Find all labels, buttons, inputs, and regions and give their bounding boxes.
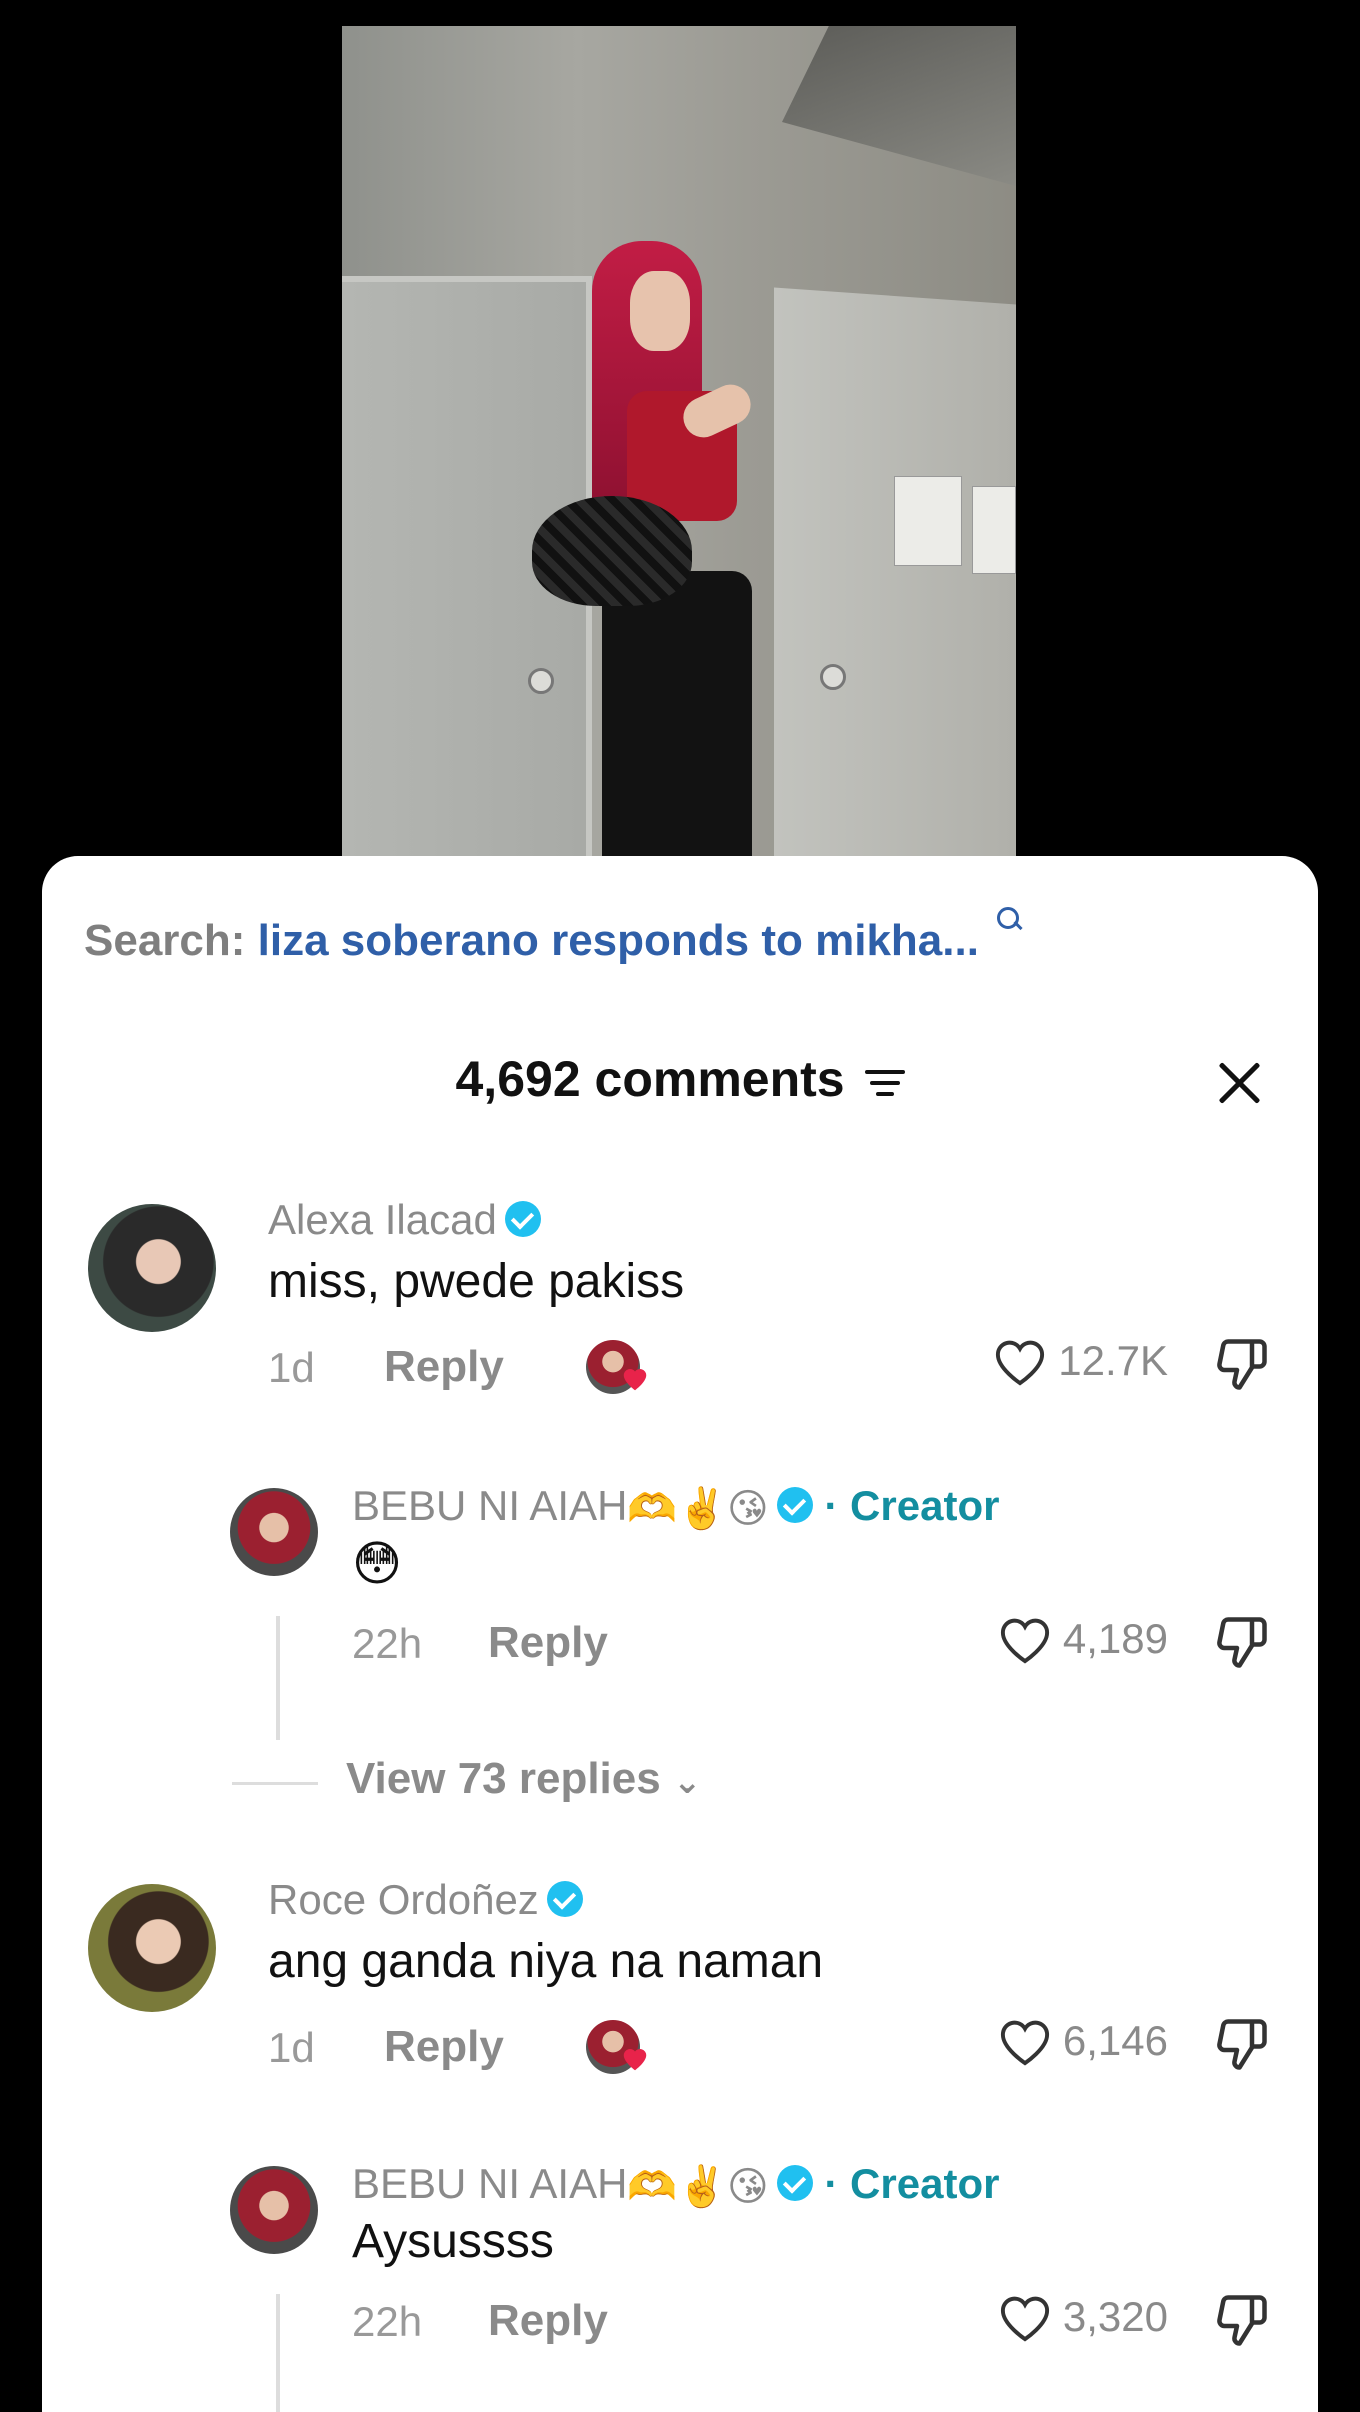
thread-line — [276, 1616, 280, 1740]
like-count: 4,189 — [1062, 1615, 1168, 1662]
reply-text: 😳 — [352, 1538, 403, 1591]
heart-icon — [1000, 1618, 1049, 1664]
name-emojis: 🫶✌️😘 — [627, 1487, 769, 1532]
heart-badge-icon — [623, 2049, 647, 2071]
avatar[interactable] — [88, 1204, 216, 1332]
reply-button[interactable]: Reply — [488, 1618, 608, 1668]
view-replies-divider — [232, 1782, 318, 1785]
verified-icon — [776, 2164, 813, 2201]
reply-author[interactable]: BEBU NI AIAH🫶✌️😘 · Creator — [352, 1482, 999, 1532]
view-replies-label[interactable]: View 73 replies — [346, 1754, 661, 1803]
door-knob — [820, 664, 846, 690]
search-icon[interactable] — [997, 907, 1023, 933]
dislike-icon[interactable] — [1212, 1334, 1272, 1394]
like-count: 12.7K — [1058, 1337, 1168, 1384]
view-replies-button[interactable]: View 73 replies ⌄ — [346, 1754, 701, 1804]
avatar[interactable] — [230, 1488, 318, 1576]
like-button[interactable]: 12.7K — [990, 1334, 1168, 1388]
reply-button[interactable]: Reply — [488, 2296, 608, 2346]
creator-badge: · Creator — [824, 1482, 1000, 1529]
verified-icon — [776, 1486, 813, 1523]
thread-line — [276, 2294, 280, 2412]
like-button[interactable]: 6,146 — [995, 2014, 1168, 2068]
comment-author[interactable]: Roce Ordoñez — [268, 1876, 583, 1924]
like-count: 3,320 — [1062, 2293, 1168, 2340]
chevron-down-icon: ⌄ — [672, 1763, 702, 1801]
comment-text: miss, pwede pakiss — [268, 1255, 685, 1308]
creator-badge: · Creator — [824, 2160, 1000, 2207]
comment-author[interactable]: Alexa Ilacad — [268, 1196, 541, 1244]
video-subject — [532, 241, 762, 856]
verified-icon — [504, 1200, 541, 1237]
comment-time: 1d — [268, 1344, 315, 1391]
dislike-icon[interactable] — [1212, 2290, 1272, 2350]
notice-paper — [972, 486, 1016, 574]
author-name[interactable]: Roce Ordoñez — [268, 1876, 539, 1923]
sort-icon[interactable] — [864, 1066, 905, 1100]
reply-author[interactable]: BEBU NI AIAH🫶✌️😘 · Creator — [352, 2160, 999, 2210]
ceiling — [782, 26, 1016, 186]
reply-text: Aysussss — [352, 2215, 554, 2268]
search-suggestion[interactable]: Search: liza soberano responds to mikha.… — [84, 907, 1023, 966]
author-name[interactable]: Alexa Ilacad — [268, 1196, 497, 1243]
reply-button[interactable]: Reply — [384, 2022, 504, 2072]
face — [630, 271, 690, 351]
video-player[interactable] — [342, 26, 1016, 856]
reply-button[interactable]: Reply — [384, 1342, 504, 1392]
search-query[interactable]: liza soberano responds to mikha... — [258, 916, 979, 965]
heart-icon — [1000, 2020, 1049, 2066]
comment-count-label: 4,692 comments — [455, 1051, 845, 1107]
like-button[interactable]: 4,189 — [995, 1612, 1168, 1666]
like-button[interactable]: 3,320 — [995, 2290, 1168, 2344]
verified-icon — [546, 1880, 583, 1917]
notice-paper — [894, 476, 962, 566]
reply-time: 22h — [352, 2298, 423, 2345]
author-name[interactable]: BEBU NI AIAH — [352, 2160, 627, 2207]
heart-icon — [1000, 2296, 1049, 2342]
close-icon[interactable] — [1214, 1056, 1264, 1106]
dislike-icon[interactable] — [1212, 1612, 1272, 1672]
dislike-icon[interactable] — [1212, 2014, 1272, 2074]
pants — [602, 571, 752, 856]
handbag — [532, 496, 692, 606]
comments-sheet: Search: liza soberano responds to mikha.… — [42, 856, 1318, 2412]
author-name[interactable]: BEBU NI AIAH — [352, 1482, 627, 1529]
avatar[interactable] — [88, 1884, 216, 2012]
comments-header: 4,692 comments — [42, 1046, 1318, 1116]
comment-text: ang ganda niya na naman — [268, 1935, 824, 1988]
comment-count: 4,692 comments — [42, 1050, 1318, 1108]
comment-time: 1d — [268, 2024, 315, 2071]
like-count: 6,146 — [1062, 2017, 1168, 2064]
heart-icon — [996, 1340, 1045, 1386]
avatar[interactable] — [230, 2166, 318, 2254]
name-emojis: 🫶✌️😘 — [627, 2165, 769, 2210]
heart-badge-icon — [623, 1369, 647, 1391]
search-label: Search: — [84, 916, 246, 965]
reply-time: 22h — [352, 1620, 423, 1667]
